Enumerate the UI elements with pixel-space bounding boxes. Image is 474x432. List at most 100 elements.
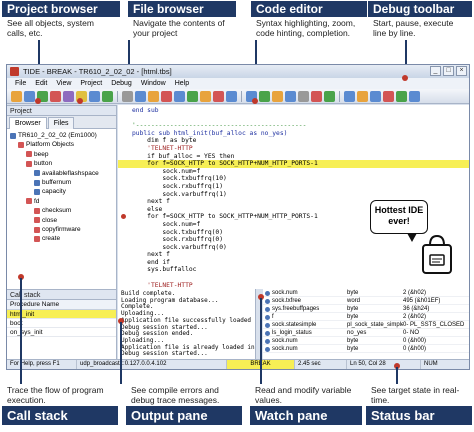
tree-node[interactable]: copyfirmware xyxy=(7,225,116,234)
watch-row[interactable]: sock.statesimple pl_sock_state_simple 0- P… xyxy=(263,321,469,329)
watch-row[interactable]: sock.txfree word 495 (&h01EF) xyxy=(263,297,469,305)
tree-node-icon xyxy=(34,217,40,224)
toolbar-button-icon[interactable] xyxy=(50,90,61,102)
callout-file-browser: File browser Navigate the contents of yo… xyxy=(128,1,236,41)
variable-icon xyxy=(265,331,270,336)
watch-value[interactable]: 0 (&h00) xyxy=(403,345,467,352)
tree-node[interactable]: Platform Objects xyxy=(7,140,116,149)
toolbar-button-icon[interactable] xyxy=(11,90,22,102)
toolbar-button-icon[interactable] xyxy=(122,90,133,102)
watch-value[interactable]: 0- NO xyxy=(403,329,467,336)
toolbar-button-icon[interactable] xyxy=(344,90,355,102)
toolbar-button-icon[interactable] xyxy=(161,90,172,102)
menu-item-view[interactable]: View xyxy=(56,78,71,89)
toolbar-button-icon[interactable] xyxy=(383,90,394,102)
toolbar-button-icon[interactable] xyxy=(324,90,335,102)
call-stack-row[interactable]: on_sys_init xyxy=(7,328,116,337)
menu-item-project[interactable]: Project xyxy=(80,78,102,89)
tab-browser[interactable]: Browser xyxy=(9,117,47,129)
menu-item-file[interactable]: File xyxy=(15,78,26,89)
toolbar-button-icon[interactable] xyxy=(272,90,283,102)
watch-value[interactable]: 495 (&h01EF) xyxy=(403,297,467,304)
toolbar-button-icon[interactable] xyxy=(396,90,407,102)
callout-output-pane: See compile errors and debug trace messa… xyxy=(126,384,242,430)
tree-node-label: buffernum xyxy=(42,178,72,186)
toolbar-button-icon[interactable] xyxy=(213,90,224,102)
status-position: Ln 50, Col 28 xyxy=(347,360,421,369)
toolbar-button-icon[interactable] xyxy=(285,90,296,102)
call-stack-row[interactable]: boot xyxy=(7,319,116,328)
tree-node-icon xyxy=(34,226,40,233)
watch-value[interactable]: 36 (&h24) xyxy=(403,305,467,312)
toolbar-button-icon[interactable] xyxy=(226,90,237,102)
watch-row[interactable]: ls_login_status no_yes 0- NO xyxy=(263,329,469,337)
toolbar-button-icon[interactable] xyxy=(63,90,74,102)
leader-line xyxy=(20,278,22,384)
status-help: For Help, press F1 xyxy=(7,360,77,369)
toolbar-button-icon[interactable] xyxy=(311,90,322,102)
toolbar-button-icon[interactable] xyxy=(370,90,381,102)
menu-item-window[interactable]: Window xyxy=(141,78,166,89)
watch-row[interactable]: f byte 2 (&h02) xyxy=(263,313,469,321)
watch-row[interactable]: sock.num byte 0 (&h00) xyxy=(263,345,469,353)
toolbar-button-icon[interactable] xyxy=(102,90,113,102)
toolbar-button-icon[interactable] xyxy=(24,90,35,102)
toolbar-button-icon[interactable] xyxy=(89,90,100,102)
toolbar-button-icon[interactable] xyxy=(174,90,185,102)
code-line: sock.num=f xyxy=(132,167,201,175)
toolbar-button-icon[interactable] xyxy=(148,90,159,102)
watch-value[interactable]: 0- PL_SSTS_CLOSED xyxy=(403,321,467,328)
maximize-button[interactable]: □ xyxy=(443,66,454,76)
breakpoint-icon[interactable] xyxy=(121,214,126,220)
watch-value[interactable]: 2 (&h02) xyxy=(403,313,467,320)
toolbar-button-icon[interactable] xyxy=(298,90,309,102)
minimize-button[interactable]: _ xyxy=(430,66,441,76)
toolbar-button-icon[interactable] xyxy=(187,90,198,102)
marker-dot xyxy=(77,98,83,104)
menu-item-debug[interactable]: Debug xyxy=(111,78,132,89)
tree-node-icon xyxy=(10,132,16,139)
watch-value[interactable]: 2 (&h02) xyxy=(403,289,467,296)
tree-node-icon xyxy=(26,151,32,158)
toolbar-button-icon[interactable] xyxy=(200,90,211,102)
code-editor[interactable]: end sub '--------------------------------… xyxy=(118,105,469,289)
output-line: Debug session started... xyxy=(121,350,208,358)
menu-item-edit[interactable]: Edit xyxy=(35,78,47,89)
tree-node-icon xyxy=(34,179,40,186)
tree-node[interactable]: checksum xyxy=(7,206,116,215)
call-stack-row[interactable]: html_init xyxy=(7,310,116,319)
tree-node[interactable]: capacity xyxy=(7,187,116,196)
toolbar-button-icon[interactable] xyxy=(409,90,420,102)
marker-dot xyxy=(35,98,41,104)
tree-node[interactable]: beep xyxy=(7,150,116,159)
toolbar-button-icon[interactable] xyxy=(135,90,146,102)
leader-line xyxy=(260,298,262,384)
watch-value[interactable]: 0 (&h00) xyxy=(403,337,467,344)
toolbar-button-icon[interactable] xyxy=(259,90,270,102)
tree-node[interactable]: availableflashspace xyxy=(7,169,116,178)
close-button[interactable]: × xyxy=(456,66,467,76)
tree-node[interactable]: create xyxy=(7,234,116,243)
watch-name: sock.txfree xyxy=(272,298,302,304)
tree-node-icon xyxy=(34,207,40,214)
tab-files[interactable]: Files xyxy=(47,117,75,129)
tree-node[interactable]: TR610_2_02_02 (Em1000) xyxy=(7,131,116,140)
tree-node-icon xyxy=(26,198,32,205)
watch-name: sys.freebuffpages xyxy=(272,306,320,312)
code-line: for f=SOCK_HTTP to SOCK_HTTP+NUM_HTTP_PO… xyxy=(118,160,469,168)
tree-node-label: TR610_2_02_02 (Em1000) xyxy=(18,132,97,139)
tree-node[interactable]: button xyxy=(7,159,116,168)
variable-icon xyxy=(265,315,270,320)
tree-node[interactable]: close xyxy=(7,216,116,225)
project-tree: TR610_2_02_02 (Em1000) Platform Objects be… xyxy=(7,129,116,246)
watch-row[interactable]: sys.freebuffpages byte 36 (&h24) xyxy=(263,305,469,313)
tree-node[interactable]: fd xyxy=(7,197,116,206)
toolbar-button-icon[interactable] xyxy=(357,90,368,102)
tree-node[interactable]: buffernum xyxy=(7,178,116,187)
watch-row[interactable]: sock.num byte 2 (&h02) xyxy=(263,289,469,297)
call-stack-header: Call stack xyxy=(7,289,116,300)
variable-icon xyxy=(265,291,270,296)
menu-bar: File Edit View Project Debug Window Help xyxy=(7,78,469,89)
menu-item-help[interactable]: Help xyxy=(175,78,189,89)
watch-row[interactable]: sock.num byte 0 (&h00) xyxy=(263,337,469,345)
